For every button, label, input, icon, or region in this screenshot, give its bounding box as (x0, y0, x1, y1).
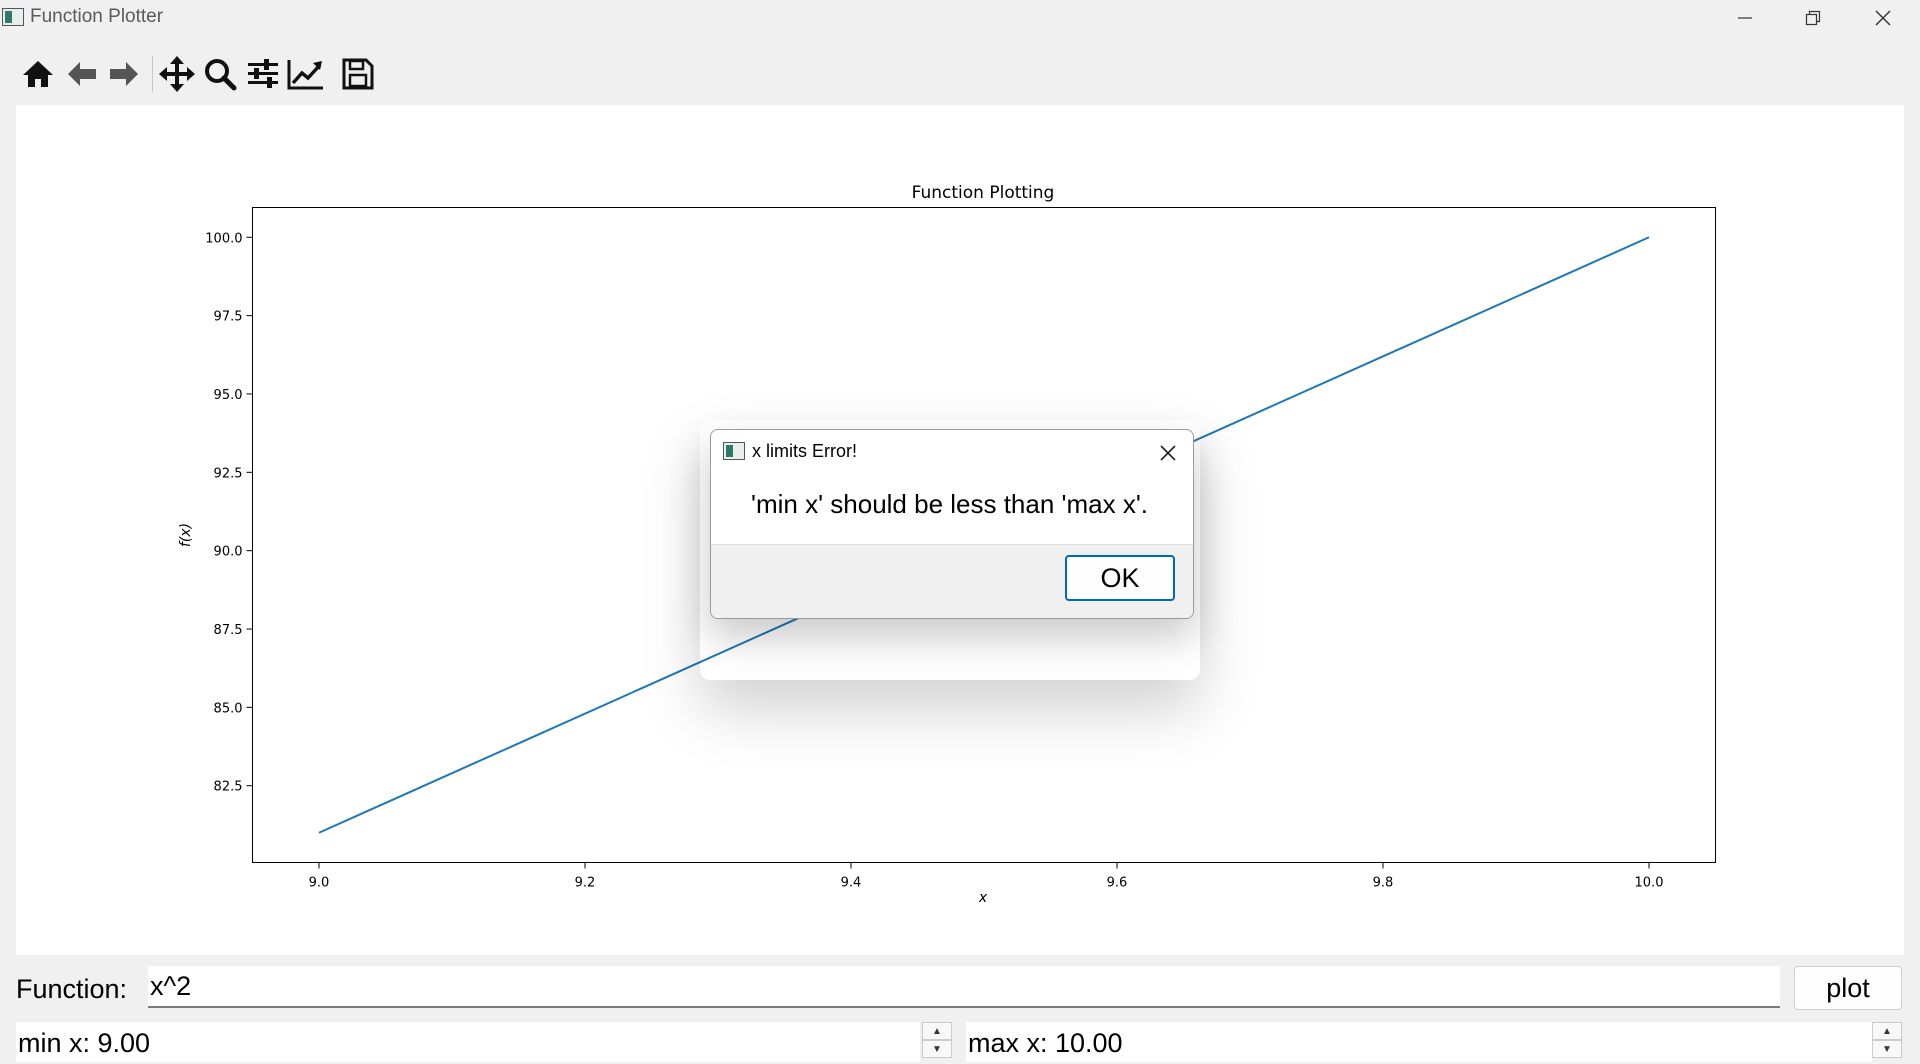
y-tick-label: 92.5 (214, 466, 243, 481)
zoom-button[interactable] (200, 54, 240, 94)
configure-subplots-icon (248, 59, 278, 88)
close-icon (1160, 445, 1176, 461)
home-icon (23, 61, 53, 87)
chevron-down-icon[interactable]: ▼ (1872, 1040, 1902, 1058)
navigation-toolbar (0, 48, 400, 100)
dialog-close-button[interactable] (1155, 440, 1181, 466)
function-input[interactable]: x^2 (148, 966, 1780, 1008)
plot-button[interactable]: plot (1794, 966, 1902, 1010)
restore-button[interactable] (1778, 0, 1848, 36)
x-tick-label: 9.2 (575, 876, 596, 891)
ok-button[interactable]: OK (1065, 555, 1175, 601)
x-tick-label: 9.0 (309, 876, 330, 891)
max-x-stepper[interactable]: ▲ ▼ (1872, 1022, 1904, 1060)
dialog-title: x limits Error! (752, 441, 857, 461)
forward-arrow-icon (110, 62, 138, 86)
save-floppy-icon (342, 58, 374, 90)
app-icon (2, 8, 24, 26)
close-icon (1875, 10, 1891, 26)
error-dialog: x limits Error! 'min x' should be less t… (710, 429, 1194, 619)
restore-icon (1805, 10, 1821, 26)
edit-axes-icon (287, 60, 323, 90)
function-label: Function: (16, 974, 128, 1004)
y-tick-label: 85.0 (214, 701, 243, 716)
configure-subplots-button[interactable] (243, 54, 283, 94)
y-tick-label: 87.5 (214, 623, 243, 638)
app-icon (723, 442, 745, 460)
save-button[interactable] (338, 54, 378, 94)
dialog-message: 'min x' should be less than 'max x'. (751, 489, 1149, 519)
back-button[interactable] (62, 54, 102, 94)
minimize-icon (1738, 17, 1752, 19)
toolbar-separator (152, 56, 153, 92)
x-tick-label: 10.0 (1635, 876, 1664, 891)
chevron-down-icon[interactable]: ▼ (922, 1040, 952, 1058)
pan-button[interactable] (157, 54, 197, 94)
zoom-magnifier-icon (205, 59, 237, 91)
y-tick-label: 97.5 (214, 310, 243, 325)
chevron-up-icon[interactable]: ▲ (1872, 1022, 1902, 1040)
edit-axes-button[interactable] (286, 54, 326, 94)
pan-move-icon (159, 56, 195, 92)
y-tick-label: 95.0 (214, 388, 243, 403)
y-tick-label: 82.5 (214, 780, 243, 795)
minimize-button[interactable] (1710, 0, 1780, 36)
min-x-stepper[interactable]: ▲ ▼ (922, 1022, 954, 1060)
x-tick-label: 9.8 (1373, 876, 1394, 891)
window-title: Function Plotter (30, 6, 164, 27)
min-x-spinbox[interactable]: min x: 9.00 (16, 1022, 920, 1062)
y-tick-label: 90.0 (214, 545, 243, 560)
forward-button[interactable] (104, 54, 144, 94)
max-x-spinbox[interactable]: max x: 10.00 (966, 1022, 1872, 1062)
chart-title: Function Plotting (912, 183, 1055, 203)
x-tick-label: 9.6 (1107, 876, 1128, 891)
home-button[interactable] (18, 54, 58, 94)
x-tick-label: 9.4 (841, 876, 862, 891)
chevron-up-icon[interactable]: ▲ (922, 1022, 952, 1040)
back-arrow-icon (68, 62, 96, 86)
title-bar: Function Plotter (0, 0, 1920, 36)
x-axis-label: x (978, 890, 988, 906)
close-window-button[interactable] (1848, 0, 1918, 36)
y-tick-label: 100.0 (205, 231, 242, 246)
y-axis-label: f(x) (178, 523, 194, 547)
